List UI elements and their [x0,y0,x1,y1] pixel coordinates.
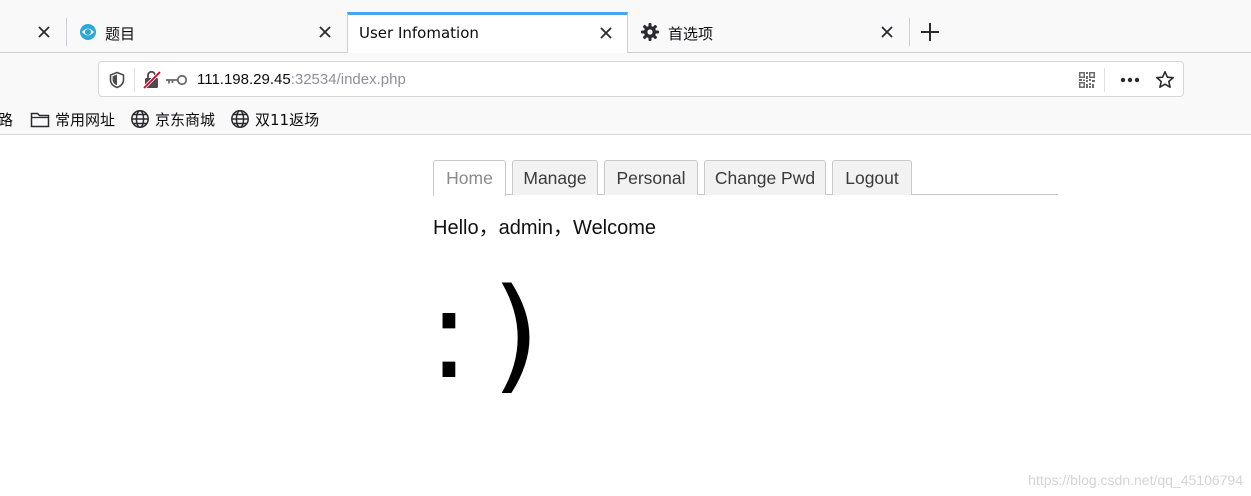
watermark: https://blog.csdn.net/qq_45106794 [1028,472,1243,488]
bookmark-label: 京东商城 [155,110,216,129]
nav-tab-home[interactable]: Home [433,160,506,196]
welcome-message: Hello，admin，Welcome [433,217,657,239]
tab-label: 题目 [105,25,136,43]
tab-separator [909,18,910,46]
address-bar[interactable]: 111.198.29.45:32534/index.php [98,61,1184,97]
tab-label: User Infomation [359,24,479,42]
key-icon[interactable] [165,70,189,90]
smiley-text: :) [428,263,563,407]
url-host: 111.198.29.45 [197,71,291,88]
nav-tab-personal[interactable]: Personal [604,160,698,195]
qr-code-icon[interactable] [1077,70,1097,90]
tab-tiMu[interactable]: 题目 [67,12,347,53]
site-nav-tabs: Home Manage Personal Change Pwd Logout [433,160,1058,196]
bookmark-star-icon[interactable] [1155,70,1175,90]
url-text[interactable]: 111.198.29.45:32534/index.php [197,71,406,88]
tab-user-information[interactable]: User Infomation [347,12,628,54]
close-icon[interactable] [596,23,616,43]
tab-partial[interactable] [0,12,65,53]
bookmark-label: 路 [0,110,14,129]
gear-icon [640,22,660,42]
tracking-protection-shield-icon[interactable] [107,70,127,90]
nav-tab-logout[interactable]: Logout [832,160,912,195]
bookmark-label: 双11返场 [255,110,320,129]
globe-icon [131,110,149,128]
navigation-toolbar: 111.198.29.45:32534/index.php [0,53,1251,104]
insecure-connection-icon[interactable] [142,70,162,90]
tab-strip: 题目 User Infomation 首选项 [0,0,1251,54]
page-content: Home Manage Personal Change Pwd Logout H… [0,135,1251,496]
folder-icon [30,112,50,127]
nav-tab-change-pwd[interactable]: Change Pwd [704,160,826,195]
new-tab-button[interactable] [918,20,942,44]
close-icon[interactable] [34,22,54,42]
bookmark-folder[interactable]: 常用网址 [30,108,115,130]
address-bar-separator [134,68,135,92]
more-actions-icon[interactable] [1120,70,1140,90]
bookmarks-toolbar: 路 常用网址 京东商城 双11返场 [0,104,1251,135]
close-icon[interactable] [877,22,897,42]
bookmark-item[interactable]: 京东商城 [130,108,215,130]
site-favicon-icon [79,23,97,41]
url-path: :32534/index.php [290,71,406,88]
tab-label: 首选项 [668,25,714,43]
bookmark-item[interactable]: 双11返场 [230,108,319,130]
address-bar-separator [1104,68,1105,92]
globe-icon [231,110,249,128]
plus-icon [920,22,940,42]
bookmark-label: 常用网址 [55,110,116,129]
bookmark-item[interactable]: 路 [0,108,13,130]
tab-preferences[interactable]: 首选项 [628,12,909,53]
close-icon[interactable] [315,22,335,42]
nav-tab-manage[interactable]: Manage [512,160,598,195]
